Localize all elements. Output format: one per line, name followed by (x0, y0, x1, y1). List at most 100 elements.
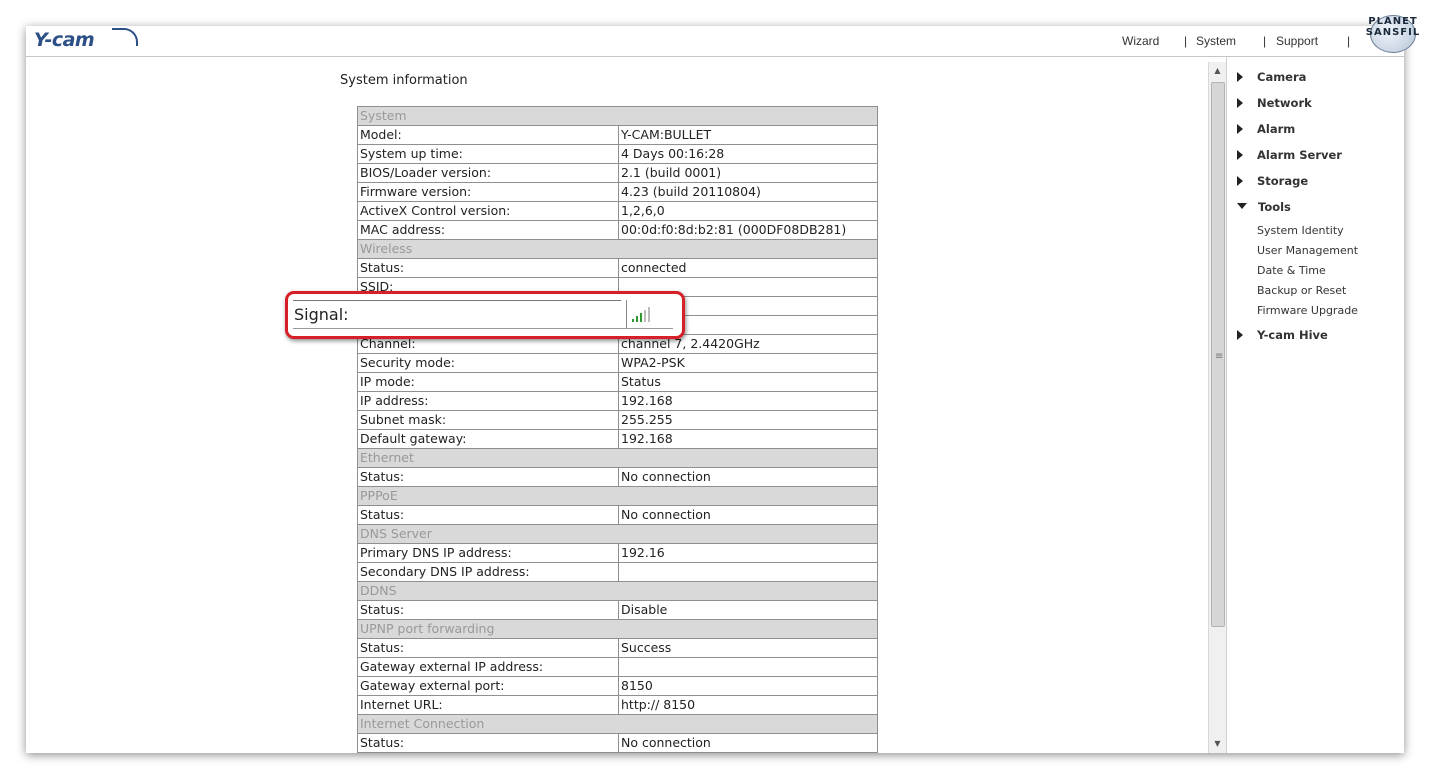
row-value: connected (618, 258, 878, 278)
table-section-header: PPPoE (357, 486, 878, 506)
table-section-header: Ethernet (357, 448, 878, 468)
signal-bar (632, 319, 634, 322)
row-label: Gateway external IP address: (357, 657, 619, 677)
table-section-header: DNS Server (357, 524, 878, 544)
row-value: No connection (618, 733, 878, 753)
scrollbar-thumb[interactable]: ≡ (1211, 82, 1225, 627)
nav-wizard-link[interactable]: Wizard (1122, 34, 1159, 48)
sidebar-item-tools[interactable]: Tools (1237, 200, 1291, 214)
row-label: Firmware version: (357, 182, 619, 202)
row-label: IP address: (357, 391, 619, 411)
signal-bar (644, 310, 646, 322)
nav-support-link[interactable]: Support (1276, 34, 1318, 48)
scroll-down-icon[interactable]: ▼ (1209, 737, 1226, 751)
table-row: ActiveX Control version: 1,2,6,0 (357, 201, 878, 221)
nav-system-link[interactable]: System (1196, 34, 1236, 48)
callout-signal-label: Signal: (294, 305, 349, 324)
row-label: Model: (357, 125, 619, 145)
table-row: System up time: 4 Days 00:16:28 (357, 144, 878, 164)
callout-divider (626, 300, 627, 328)
row-value: 8150 (618, 676, 878, 696)
ycam-logo[interactable]: Y-cam (34, 29, 95, 51)
sidebar-item-camera[interactable]: Camera (1237, 70, 1306, 84)
table-row: Default gateway: 192.168 (357, 429, 878, 449)
submenu-user-management[interactable]: User Management (1257, 244, 1358, 257)
row-value: Y-CAM:BULLET (618, 125, 878, 145)
nav-separator: | (1184, 34, 1188, 48)
table-row: IP mode: Status (357, 372, 878, 392)
table-row: BIOS/Loader version: 2.1 (build 0001) (357, 163, 878, 183)
row-label: Status: (357, 467, 619, 487)
row-label: System up time: (357, 144, 619, 164)
table-section-header: UPNP port forwarding (357, 619, 878, 639)
triangle-right-icon (1237, 176, 1243, 186)
table-row: Secondary DNS IP address: (357, 562, 878, 582)
sidebar-item-alarm-server[interactable]: Alarm Server (1237, 148, 1342, 162)
triangle-down-icon (1237, 203, 1247, 209)
row-label: Secondary DNS IP address: (357, 562, 619, 582)
triangle-right-icon (1237, 150, 1243, 160)
section-label: PPPoE (357, 486, 878, 506)
sidebar-item-label: Storage (1257, 174, 1309, 188)
row-value: 192.168 (618, 391, 878, 411)
row-label: ActiveX Control version: (357, 201, 619, 221)
table-row: Internet URL: http:// 8150 (357, 695, 878, 715)
row-label: Internet URL: (357, 695, 619, 715)
submenu-backup-reset[interactable]: Backup or Reset (1257, 284, 1346, 297)
table-row: IP address: 192.168 (357, 391, 878, 411)
table-row: Status: Disable (357, 600, 878, 620)
table-row: Subnet mask: 255.255 (357, 410, 878, 430)
planet-sansfil-logo: PLANET SANSFIL (1364, 13, 1422, 53)
submenu-firmware-upgrade[interactable]: Firmware Upgrade (1257, 304, 1358, 317)
row-value (618, 562, 878, 582)
row-value: 1,2,6,0 (618, 201, 878, 221)
table-row: Gateway external port: 8150 (357, 676, 878, 696)
row-value: No connection (618, 505, 878, 525)
triangle-right-icon (1237, 124, 1243, 134)
row-value: http:// 8150 (618, 695, 878, 715)
row-label: MAC address: (357, 220, 619, 240)
table-row: Security mode: WPA2-PSK (357, 353, 878, 373)
triangle-right-icon (1237, 98, 1243, 108)
section-label: DNS Server (357, 524, 878, 544)
row-label: Status: (357, 505, 619, 525)
table-row: Status: connected (357, 258, 878, 278)
signal-strength-icon (632, 307, 654, 322)
row-value: 192.16 (618, 543, 878, 563)
vertical-scrollbar[interactable]: ▲ ≡ ▼ (1208, 62, 1226, 753)
row-label: BIOS/Loader version: (357, 163, 619, 183)
callout-divider (293, 300, 621, 301)
table-row: Status: No connection (357, 733, 878, 753)
table-row: Model: Y-CAM:BULLET (357, 125, 878, 145)
sidebar-item-storage[interactable]: Storage (1237, 174, 1308, 188)
nav-separator: | (1263, 34, 1267, 48)
row-value: 4.23 (build 20110804) (618, 182, 878, 202)
sidebar-item-ycam-hive[interactable]: Y-cam Hive (1237, 328, 1328, 342)
row-value: 00:0d:f0:8d:b2:81 (000DF08DB281) (618, 220, 878, 240)
sidebar-item-alarm[interactable]: Alarm (1237, 122, 1295, 136)
table-row: Status: No connection (357, 467, 878, 487)
row-label: Gateway external port: (357, 676, 619, 696)
row-value: Disable (618, 600, 878, 620)
row-value: 255.255 (618, 410, 878, 430)
row-value: Status (618, 372, 878, 392)
row-value: Success (618, 638, 878, 658)
submenu-date-time[interactable]: Date & Time (1257, 264, 1326, 277)
sidebar-item-label: Camera (1257, 70, 1307, 84)
row-label: IP mode: (357, 372, 619, 392)
brand-top-text: PLANET (1368, 16, 1418, 27)
sidebar-item-label: Alarm Server (1257, 148, 1342, 162)
system-info-table: System Model: Y-CAM:BULLET System up time: 4… (357, 106, 878, 753)
section-label: System (357, 106, 878, 126)
triangle-right-icon (1237, 72, 1243, 82)
scroll-up-icon[interactable]: ▲ (1209, 64, 1226, 78)
row-value: 192.168 (618, 429, 878, 449)
signal-bar (636, 316, 638, 322)
sidebar-item-network[interactable]: Network (1237, 96, 1312, 110)
row-label: Default gateway: (357, 429, 619, 449)
section-label: DDNS (357, 581, 878, 601)
row-label: Status: (357, 638, 619, 658)
submenu-system-identity[interactable]: System Identity (1257, 224, 1344, 237)
section-label: Ethernet (357, 448, 878, 468)
nav-separator: | (1347, 34, 1351, 48)
